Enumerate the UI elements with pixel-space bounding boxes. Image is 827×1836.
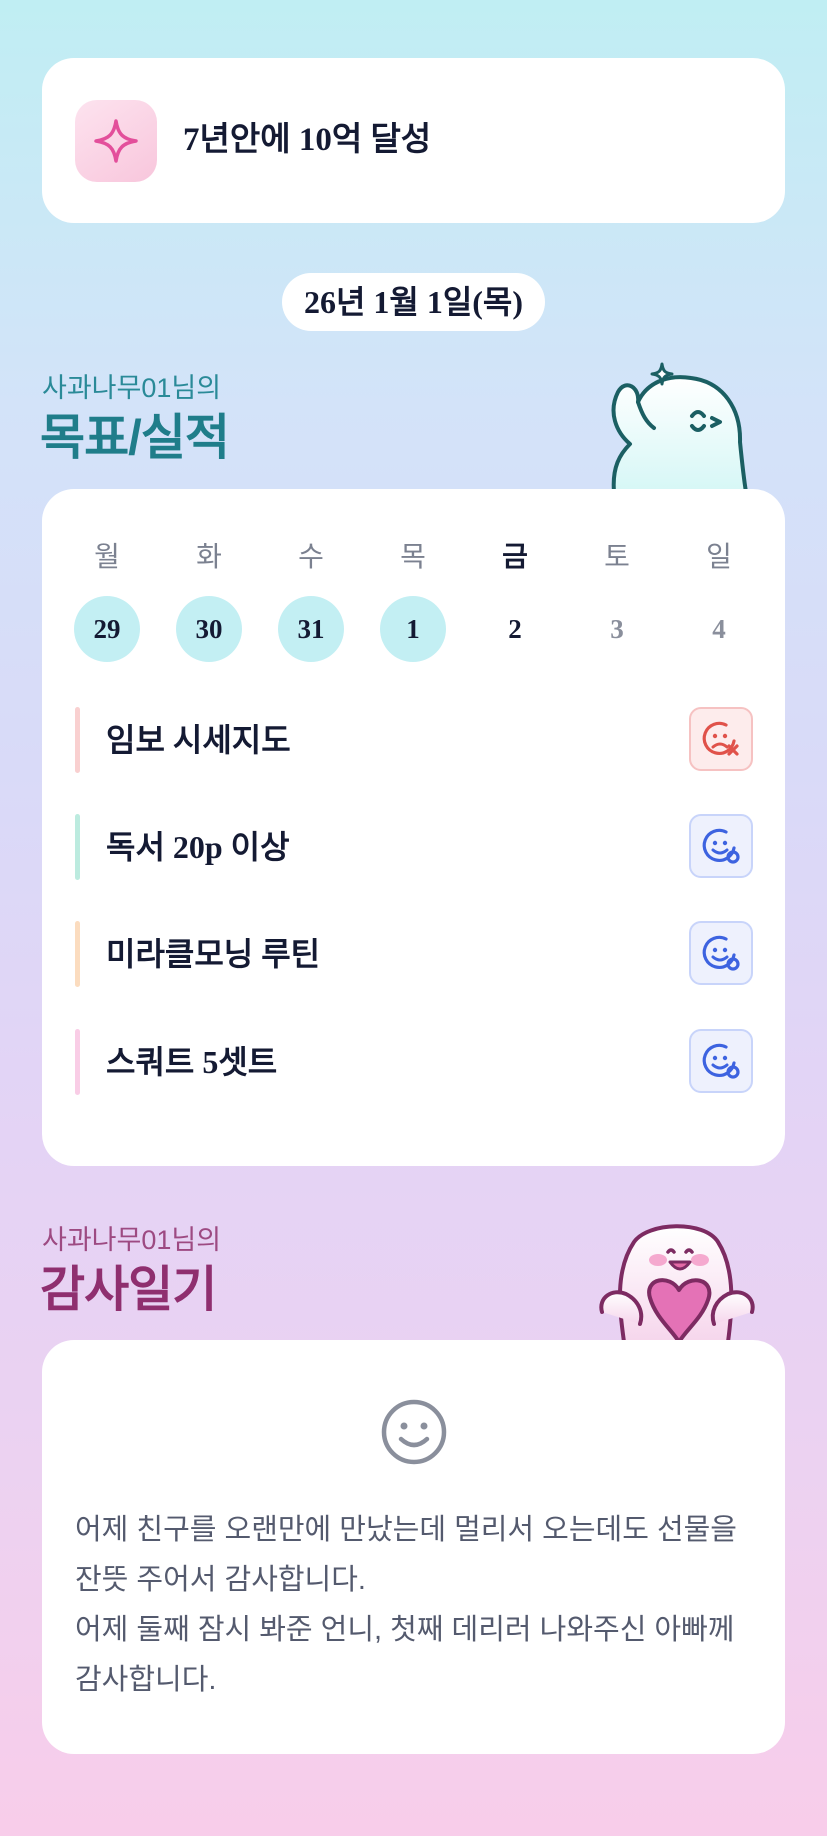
task-row[interactable]: 임보 시세지도 <box>75 707 753 773</box>
calendar-day[interactable]: 4 <box>686 596 752 662</box>
calendar-day[interactable]: 29 <box>74 596 140 662</box>
goal-card[interactable]: 7년안에 10억 달성 <box>42 58 785 223</box>
smile-face-check-icon <box>702 828 740 864</box>
weekday-label: 목 <box>400 541 426 572</box>
task-label: 임보 시세지도 <box>106 722 291 758</box>
gratitude-section-title: 감사일기 <box>40 1263 217 1317</box>
mascot-ghost-icon <box>611 362 748 492</box>
date-pill[interactable]: 26년 1월 1일(목) <box>282 273 545 331</box>
smile-face-check-icon <box>702 1043 740 1079</box>
weekday-label-today: 금 <box>502 541 528 572</box>
smile-icon <box>381 1399 447 1465</box>
task-row[interactable]: 미라클모닝 루틴 <box>75 921 753 987</box>
sad-face-x-icon <box>702 721 739 756</box>
task-label: 미라클모닝 루틴 <box>106 936 321 972</box>
calendar-day-today[interactable]: 2 <box>482 596 548 662</box>
task-color-bar <box>75 921 80 987</box>
calendar-day[interactable]: 1 <box>380 596 446 662</box>
smile-face-check-icon <box>702 935 740 971</box>
gratitude-line: 어제 친구를 오랜만에 만났는데 멀리서 오는데도 선물을 잔뜻 주어서 감사합… <box>75 1514 737 1596</box>
task-row[interactable]: 스쿼트 5셋트 <box>75 1029 753 1095</box>
status-done-button[interactable] <box>689 921 753 985</box>
weekday-label: 토 <box>604 541 630 572</box>
mascot-heart-icon <box>599 1224 755 1342</box>
status-done-button[interactable] <box>689 814 753 878</box>
status-failed-button[interactable] <box>689 707 753 771</box>
task-label: 독서 20p 이상 <box>106 829 290 865</box>
sparkle-icon <box>75 100 157 182</box>
task-color-bar <box>75 707 80 773</box>
calendar-day[interactable]: 31 <box>278 596 344 662</box>
calendar-day[interactable]: 3 <box>584 596 650 662</box>
task-color-bar <box>75 814 80 880</box>
task-label: 스쿼트 5셋트 <box>106 1044 278 1080</box>
task-row[interactable]: 독서 20p 이상 <box>75 814 753 880</box>
calendar-day[interactable]: 30 <box>176 596 242 662</box>
status-done-button[interactable] <box>689 1029 753 1093</box>
weekday-label: 수 <box>298 541 324 572</box>
weekday-label: 화 <box>196 541 222 572</box>
weekday-label: 월 <box>94 541 120 572</box>
gratitude-line: 어제 둘째 잠시 봐준 언니, 첫째 데리러 나와주신 아빠께 감사합니다. <box>75 1614 735 1696</box>
task-color-bar <box>75 1029 80 1095</box>
gratitude-entry: 어제 친구를 오랜만에 만났는데 멀리서 오는데도 선물을 잔뜻 주어서 감사합… <box>75 1505 755 1705</box>
goals-section-title: 목표/실적 <box>40 411 230 465</box>
weekday-label: 일 <box>706 541 732 572</box>
goal-title: 7년안에 10억 달성 <box>183 122 432 158</box>
